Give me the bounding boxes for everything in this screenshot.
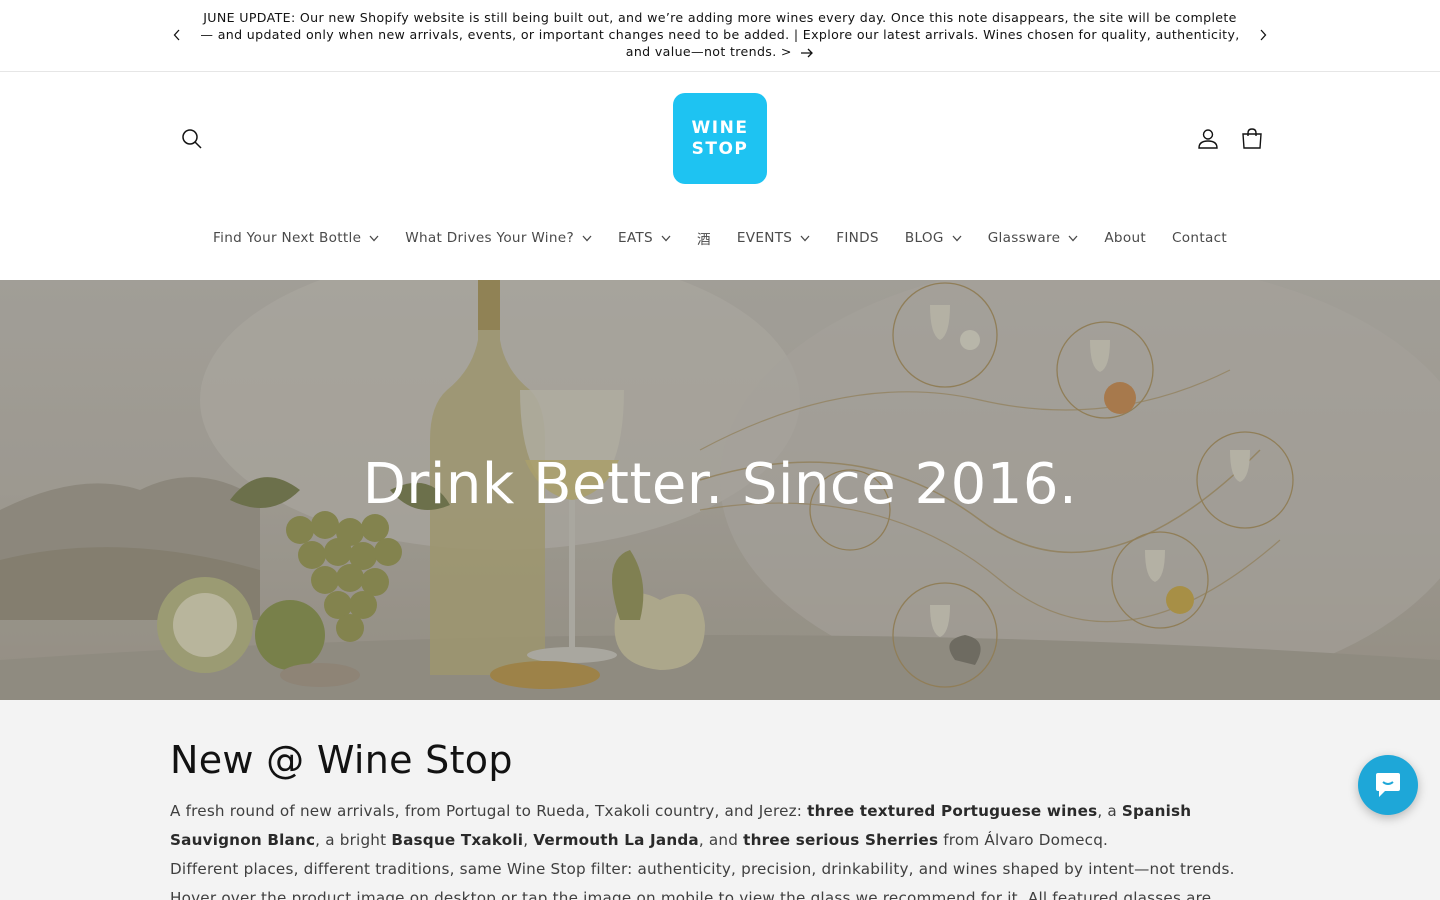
section-paragraph-2: Different places, different traditions, … [170,860,1235,900]
main-nav: Find Your Next Bottle What Drives Your W… [0,222,1440,254]
nav-item-about[interactable]: About [1091,230,1159,246]
nav-item-what-drives-your-wine[interactable]: What Drives Your Wine? [392,230,605,246]
chevron-left-icon [173,29,180,41]
chevron-down-icon [952,235,962,241]
hero-banner: Drink Better. Since 2016. [0,280,1440,700]
chevron-down-icon [800,235,810,241]
nav-item-sake[interactable]: 酒 [684,228,724,248]
nav-item-label: 酒 [696,232,711,248]
announcement-prev-button[interactable] [166,24,188,46]
arrow-right-icon [801,48,814,57]
chat-button[interactable] [1358,755,1418,815]
announcement-text: JUNE UPDATE: Our new Shopify website is … [200,10,1240,59]
text-run: , a bright [315,831,392,849]
chevron-down-icon [661,235,671,241]
announcement-link[interactable]: JUNE UPDATE: Our new Shopify website is … [200,9,1240,60]
nav-item-label: FINDS [836,230,879,246]
highlight-basque-txakoli: Basque Txakoli [391,831,524,849]
cart-button[interactable] [1239,126,1265,152]
nav-item-contact[interactable]: Contact [1159,230,1240,246]
account-button[interactable] [1195,126,1221,152]
account-icon [1198,129,1218,149]
text-run: , and [698,831,744,849]
nav-item-label: Contact [1172,230,1228,246]
nav-item-blog[interactable]: BLOG [892,230,975,246]
highlight-sherries: three serious Sherries [743,831,939,849]
nav-item-finds[interactable]: FINDS [823,230,892,246]
search-icon [182,129,202,149]
section-paragraph-1: A fresh round of new arrivals, from Port… [170,797,1270,855]
text-run: A fresh round of new arrivals, from Port… [170,802,808,820]
chevron-down-icon [369,235,379,241]
chevron-right-icon [1260,29,1267,41]
section-title: New @ Wine Stop [170,738,513,782]
announcement-next-button[interactable] [1252,24,1274,46]
nav-item-events[interactable]: EVENTS [724,230,823,246]
cart-icon [1242,128,1262,149]
new-arrivals-section: New @ Wine Stop A fresh round of new arr… [0,700,1440,900]
nav-item-find-your-next-bottle[interactable]: Find Your Next Bottle [200,230,392,246]
text-run: , a [1097,802,1122,820]
nav-item-label: BLOG [904,230,944,246]
chat-icon [1376,773,1400,797]
nav-item-label: What Drives Your Wine? [405,230,574,246]
nav-item-label: About [1104,230,1147,246]
logo-line1: WINE [691,117,749,138]
section-body: A fresh round of new arrivals, from Port… [170,797,1270,900]
search-button[interactable] [178,125,206,153]
nav-item-eats[interactable]: EATS [605,230,684,246]
announcement-bar: JUNE UPDATE: Our new Shopify website is … [0,0,1440,72]
nav-item-label: Find Your Next Bottle [212,230,362,246]
nav-item-label: EATS [617,230,653,246]
text-run: , [523,831,534,849]
nav-item-label: Glassware [987,230,1061,246]
nav-item-glassware[interactable]: Glassware [975,230,1092,246]
logo-line2: STOP [691,138,749,159]
highlight-portuguese-wines: three textured Portuguese wines [807,802,1098,820]
highlight-vermouth: Vermouth La Janda [533,831,699,849]
text-run: from Álvaro Domecq. [938,831,1109,849]
chevron-down-icon [582,235,592,241]
nav-item-label: EVENTS [736,230,793,246]
chevron-down-icon [1068,235,1078,241]
site-logo[interactable]: WINE STOP [673,93,767,184]
hero-title: Drink Better. Since 2016. [362,452,1078,517]
site-header: WINE STOP Find Your Next Bottle What Dri… [0,72,1440,280]
